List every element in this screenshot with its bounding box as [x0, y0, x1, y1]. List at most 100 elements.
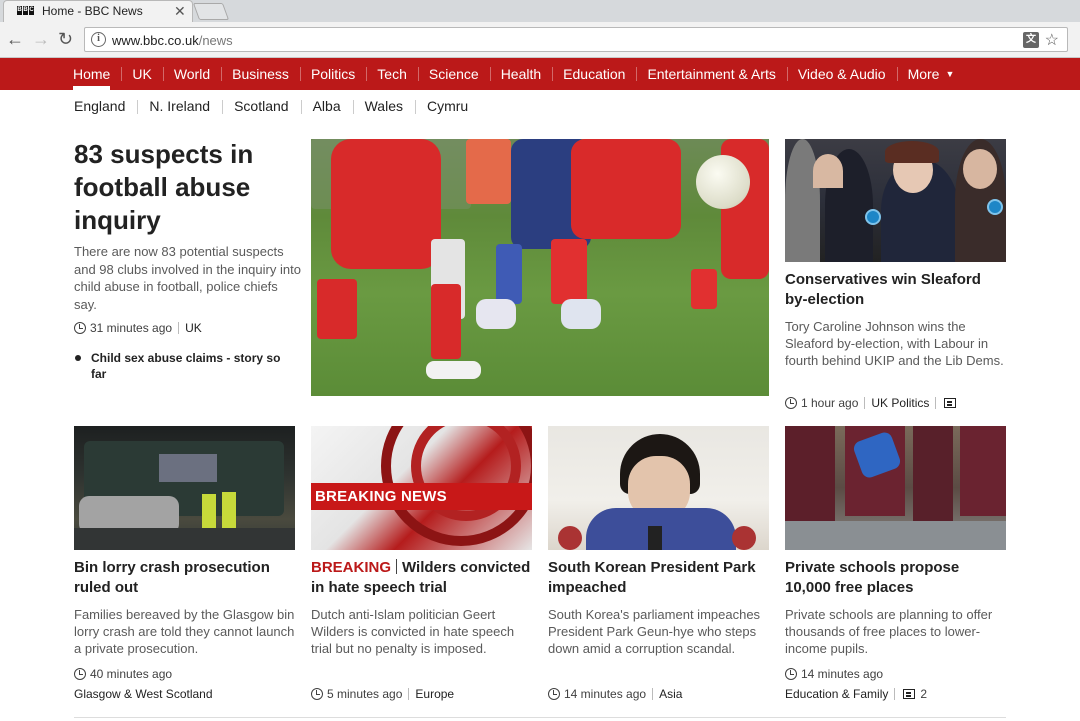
- nav-item-video-audio[interactable]: Video & Audio: [786, 58, 897, 90]
- football-match-image[interactable]: [311, 139, 769, 396]
- comment-icon[interactable]: [944, 398, 957, 408]
- sleaford-meta: 1 hour ago UK Politics: [785, 396, 957, 410]
- clock-icon: [311, 688, 323, 700]
- nav-item-science[interactable]: Science: [417, 58, 490, 90]
- clock-icon: [785, 397, 797, 409]
- story-section: Glasgow & West Scotland: [74, 687, 213, 701]
- subnav-item-england[interactable]: England: [62, 98, 137, 114]
- back-arrow-icon[interactable]: ←: [6, 30, 24, 48]
- bbc-favicon-icon: BBC: [17, 6, 34, 15]
- nav-item-education[interactable]: Education: [552, 58, 636, 90]
- story-summary: South Korea's parliament impeaches Presi…: [548, 607, 761, 657]
- silver-boot: [561, 299, 601, 329]
- blue-player-boot: [476, 299, 516, 329]
- tab-title: Home - BBC News: [42, 4, 143, 18]
- nav-item-home[interactable]: Home: [62, 58, 121, 90]
- nav-item-uk[interactable]: UK: [121, 58, 162, 90]
- blue-rosette-icon: [865, 209, 881, 225]
- story-headline[interactable]: South Korean President Park impeached: [548, 558, 769, 598]
- story-summary: Private schools are planning to offer th…: [785, 607, 993, 657]
- section-link[interactable]: Europe: [415, 687, 454, 701]
- story-section: Education & Family 2: [785, 687, 927, 701]
- subnav-item-n-ireland[interactable]: N. Ireland: [137, 98, 222, 114]
- blue-sock: [496, 244, 522, 304]
- url-path: /news: [198, 33, 233, 48]
- subnav-item-alba[interactable]: Alba: [300, 98, 353, 114]
- bullet-icon: [75, 355, 81, 361]
- forward-arrow-icon[interactable]: →: [32, 30, 50, 48]
- conservatives-win-image[interactable]: [785, 139, 1006, 262]
- nav-item-label: Health: [500, 66, 542, 82]
- nav-item-politics[interactable]: Politics: [299, 58, 366, 90]
- red-sock-right: [551, 239, 587, 304]
- url-host: www.bbc.co.uk: [112, 33, 199, 48]
- divider: [396, 559, 398, 574]
- section-link[interactable]: Education & Family: [785, 687, 888, 701]
- timestamp: 31 minutes ago: [90, 321, 173, 335]
- hair-center: [885, 141, 939, 163]
- police-officer: [202, 494, 216, 528]
- nav-item-tech[interactable]: Tech: [366, 58, 418, 90]
- story-meta: 14 minutes ago Asia: [548, 687, 682, 701]
- bin-lorry-image[interactable]: [74, 426, 295, 550]
- red-sock: [431, 284, 461, 359]
- nav-item-label: World: [173, 66, 211, 82]
- blue-rosette-icon: [987, 199, 1003, 215]
- divider: [864, 397, 866, 409]
- comment-count[interactable]: 2: [920, 687, 927, 701]
- bbc-news-navigation: Home UK World Business Politics Tech Sci…: [0, 58, 1080, 90]
- microphone: [648, 526, 662, 550]
- story-meta: 40 minutes ago: [74, 667, 172, 681]
- nav-item-entertainment-arts[interactable]: Entertainment & Arts: [636, 58, 786, 90]
- nav-item-label: Tech: [377, 66, 407, 82]
- section-link[interactable]: Glasgow & West Scotland: [74, 687, 213, 701]
- dropdown-caret-icon: ▼: [945, 69, 955, 79]
- breaking-news-image[interactable]: BREAKING NEWS: [311, 426, 532, 550]
- nav-item-label: Education: [563, 66, 626, 82]
- subnav-item-wales[interactable]: Wales: [352, 98, 415, 114]
- subnav-item-cymru[interactable]: Cymru: [415, 98, 480, 114]
- football-ball: [696, 155, 750, 209]
- section-link[interactable]: UK: [185, 321, 202, 335]
- private-schools-image[interactable]: [785, 426, 1006, 550]
- browser-tab-bar: BBC Home - BBC News ✕: [0, 0, 1080, 22]
- clock-icon: [785, 668, 797, 680]
- new-tab-button[interactable]: [192, 3, 230, 20]
- reload-icon[interactable]: ↻: [58, 30, 73, 48]
- sleaford-headline[interactable]: Conservatives win Sleaford by-election: [785, 270, 1006, 310]
- timestamp: 40 minutes ago: [90, 667, 173, 681]
- story-headline[interactable]: Private schools propose 10,000 free plac…: [785, 558, 1006, 598]
- pupil-blazer: [960, 426, 1006, 516]
- browser-tab[interactable]: BBC Home - BBC News ✕: [3, 0, 193, 22]
- bookmark-star-icon[interactable]: ☆: [1045, 30, 1059, 50]
- story-headline[interactable]: BREAKING Wilders convicted in hate speech…: [311, 558, 532, 598]
- police-officer: [222, 492, 236, 528]
- nav-item-label: More: [907, 66, 940, 82]
- nav-item-more[interactable]: More ▼: [896, 58, 966, 90]
- story-meta: 14 minutes ago: [785, 667, 883, 681]
- subnav-item-scotland[interactable]: Scotland: [222, 98, 300, 114]
- translate-icon[interactable]: 文: [1023, 32, 1039, 48]
- nav-item-label: Video & Audio: [797, 66, 886, 82]
- divider: [935, 397, 937, 409]
- story-meta: 5 minutes ago Europe: [311, 687, 454, 701]
- story-headline[interactable]: Bin lorry crash prosecution ruled out: [74, 558, 295, 598]
- address-bar[interactable]: i www.bbc.co.uk/news 文 ☆: [84, 27, 1068, 52]
- president-park-image[interactable]: [548, 426, 769, 550]
- pupil-blazer: [913, 426, 953, 521]
- face-left: [813, 154, 843, 188]
- section-link[interactable]: UK Politics: [871, 396, 929, 410]
- related-story-link[interactable]: Child sex abuse claims - story so far: [74, 350, 299, 382]
- comment-icon[interactable]: [903, 689, 916, 699]
- nav-item-health[interactable]: Health: [489, 58, 552, 90]
- section-link[interactable]: Asia: [659, 687, 682, 701]
- nav-item-world[interactable]: World: [162, 58, 221, 90]
- red-player-right: [571, 139, 681, 239]
- url-text[interactable]: www.bbc.co.uk/news: [112, 33, 233, 48]
- nav-item-business[interactable]: Business: [221, 58, 300, 90]
- tab-close-icon[interactable]: ✕: [174, 3, 186, 19]
- lead-headline[interactable]: 83 suspects in football abuse inquiry: [74, 138, 299, 237]
- breaking-news-image-text: BREAKING NEWS: [315, 488, 447, 505]
- divider: [178, 322, 180, 334]
- site-info-icon[interactable]: i: [91, 32, 106, 47]
